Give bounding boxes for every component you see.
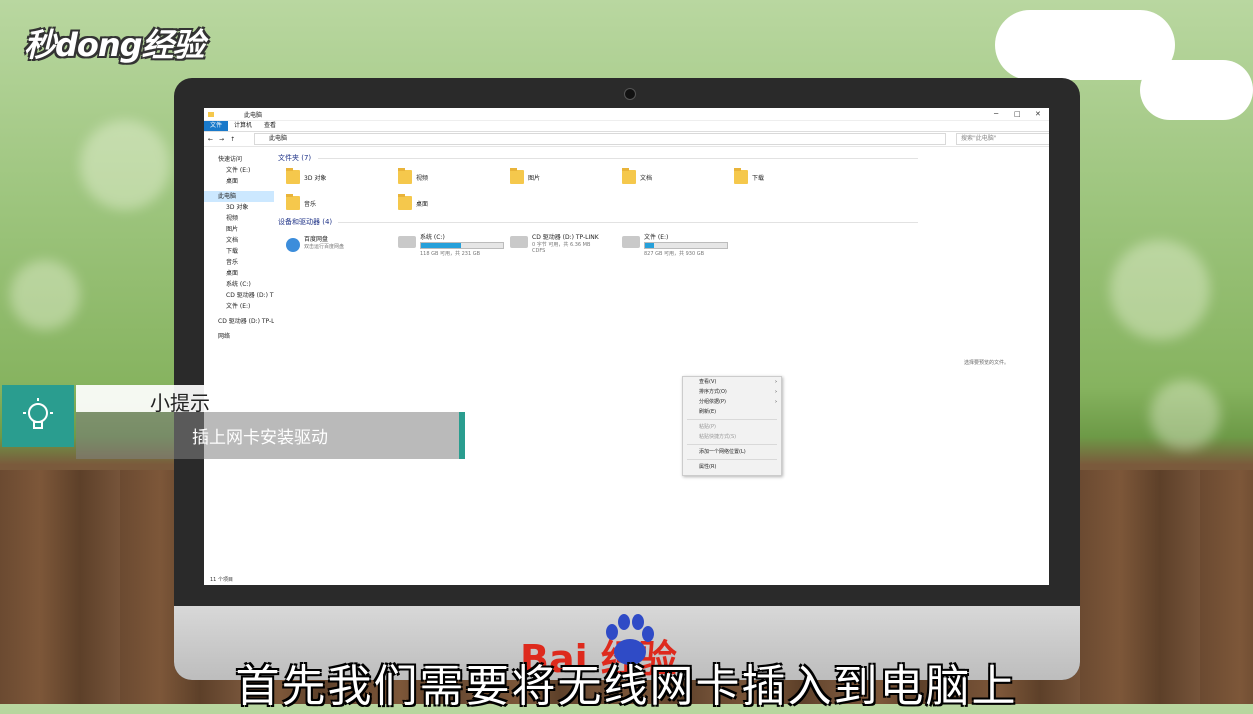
divider: [318, 158, 918, 159]
minimize-button[interactable]: ─: [994, 110, 998, 118]
cd-drive-icon: [510, 236, 528, 248]
usage-fill: [421, 243, 462, 248]
sidebar-item[interactable]: 下载: [204, 246, 274, 257]
menu-item-view[interactable]: 查看(V) ›: [683, 377, 781, 387]
preview-hint: 选择要预览的文件。: [964, 360, 1010, 366]
ribbon-tabs: 文件 计算机 查看: [204, 121, 1049, 132]
sidebar-item-cd-drive[interactable]: CD 驱动器 (D:) TP-LI: [204, 316, 274, 327]
tip-header: 小提示: [76, 385, 461, 415]
usage-bar: [420, 242, 504, 249]
background-bokeh: [1110, 240, 1210, 340]
tab-computer[interactable]: 计算机: [228, 121, 258, 131]
hard-drive-icon: [622, 236, 640, 248]
up-arrow-icon[interactable]: ↑: [230, 136, 235, 143]
close-button[interactable]: ✕: [1035, 110, 1041, 118]
group-header-devices[interactable]: 设备和驱动器 (4): [278, 216, 332, 228]
background-bokeh: [10, 260, 80, 330]
sidebar-item-network[interactable]: 网络: [204, 331, 274, 342]
background-bokeh: [80, 120, 170, 210]
folder-icon: [286, 194, 300, 210]
maximize-button[interactable]: □: [1014, 110, 1021, 118]
sidebar-item-quick-access[interactable]: 快速访问: [204, 154, 274, 165]
folder-item[interactable]: 文档: [622, 168, 652, 184]
window-title: 此电脑: [244, 111, 263, 119]
sidebar-item[interactable]: 文件 (E:): [204, 165, 274, 176]
sidebar-item[interactable]: 音乐: [204, 257, 274, 268]
menu-item-sort[interactable]: 排序方式(O) ›: [683, 387, 781, 397]
sidebar-item[interactable]: 系统 (C:): [204, 279, 274, 290]
video-subtitle: 首先我们需要将无线网卡插入到电脑上: [235, 661, 1018, 712]
folder-icon: [734, 168, 748, 184]
sidebar-item[interactable]: 3D 对象: [204, 202, 274, 213]
baidu-netdisk-icon: [286, 238, 300, 252]
drive-item[interactable]: 系统 (C:) 118 GB 可用，共 231 GB: [398, 232, 504, 257]
forward-arrow-icon[interactable]: →: [219, 136, 224, 143]
tab-file[interactable]: 文件: [204, 121, 229, 131]
sidebar-item[interactable]: 文档: [204, 235, 274, 246]
sidebar-item[interactable]: 文件 (E:): [204, 301, 274, 312]
address-path: 此电脑: [269, 135, 288, 142]
folder-icon: [622, 168, 636, 184]
lightbulb-icon: [2, 385, 74, 447]
folder-item[interactable]: 3D 对象: [286, 168, 326, 184]
drive-item[interactable]: 文件 (E:) 827 GB 可用，共 930 GB: [622, 232, 728, 257]
folder-item[interactable]: 图片: [510, 168, 540, 184]
tip-accent-bar: [459, 412, 465, 459]
chevron-right-icon: ›: [775, 399, 777, 405]
chevron-right-icon: ›: [775, 379, 777, 385]
site-logo: 秒dong经验: [24, 26, 205, 64]
drive-item[interactable]: 百度网盘 双击运行百度网盘: [286, 234, 344, 252]
sidebar-item-this-pc[interactable]: 此电脑: [204, 191, 274, 202]
hard-drive-icon: [398, 236, 416, 248]
folder-icon: [286, 168, 300, 184]
title-bar: 此电脑: [204, 108, 1049, 121]
sidebar-item[interactable]: CD 驱动器 (D:) TP-: [204, 290, 274, 301]
chevron-right-icon: ›: [775, 389, 777, 395]
menu-item-paste[interactable]: 粘贴(P): [683, 422, 781, 432]
address-bar[interactable]: 此电脑: [254, 133, 946, 145]
menu-separator: [687, 459, 777, 460]
menu-item-paste-shortcut[interactable]: 粘贴快捷方式(S): [683, 432, 781, 442]
content-pane: 文件夹 (7) 3D 对象 视频 图片 文档 下载 音乐 桌面 设备和驱动器 (…: [278, 152, 928, 572]
tab-view[interactable]: 查看: [258, 121, 282, 131]
menu-item-group[interactable]: 分组依据(P) ›: [683, 397, 781, 407]
divider: [338, 222, 918, 223]
usage-bar: [644, 242, 728, 249]
sidebar-item[interactable]: 视频: [204, 213, 274, 224]
folder-item[interactable]: 视频: [398, 168, 428, 184]
tip-text: 插上网卡安装驱动: [192, 428, 328, 448]
menu-item-refresh[interactable]: 刷新(E): [683, 407, 781, 417]
drive-item[interactable]: CD 驱动器 (D:) TP-LINK 0 字节 可用，共 6.36 MB CDFS: [510, 232, 599, 254]
usage-fill: [645, 243, 655, 248]
tip-body: 插上网卡安装驱动: [76, 412, 460, 459]
navigation-pane: 快速访问 文件 (E:) 桌面 此电脑 3D 对象 视频 图片 文档 下载 音乐…: [204, 154, 274, 574]
folder-icon: [510, 168, 524, 184]
sidebar-item[interactable]: 桌面: [204, 176, 274, 187]
folder-item[interactable]: 桌面: [398, 194, 428, 210]
back-arrow-icon[interactable]: ←: [208, 136, 213, 143]
explorer-window: 此电脑 ─ □ ✕ 文件 计算机 查看 ← → ↑ 此电脑 搜索"此电脑" 快速…: [204, 108, 1049, 585]
sidebar-item[interactable]: 桌面: [204, 268, 274, 279]
webcam-icon: [624, 88, 636, 100]
status-bar-count: 11 个项目: [210, 577, 233, 583]
folder-icon: [398, 168, 412, 184]
search-input[interactable]: 搜索"此电脑": [956, 133, 1049, 145]
background-bokeh: [1150, 380, 1220, 450]
context-menu: 查看(V) › 排序方式(O) › 分组依据(P) › 刷新(E) 粘贴(P) 粘贴快…: [682, 376, 782, 476]
sidebar-item[interactable]: 图片: [204, 224, 274, 235]
folder-icon: [398, 194, 412, 210]
cloud-decoration: [1140, 60, 1253, 120]
menu-item-add-network-location[interactable]: 添加一个网络位置(L): [683, 447, 781, 457]
folder-item[interactable]: 下载: [734, 168, 764, 184]
menu-item-properties[interactable]: 属性(R): [683, 462, 781, 472]
folder-item[interactable]: 音乐: [286, 194, 316, 210]
folder-icon: [208, 111, 214, 117]
menu-separator: [687, 444, 777, 445]
menu-separator: [687, 419, 777, 420]
